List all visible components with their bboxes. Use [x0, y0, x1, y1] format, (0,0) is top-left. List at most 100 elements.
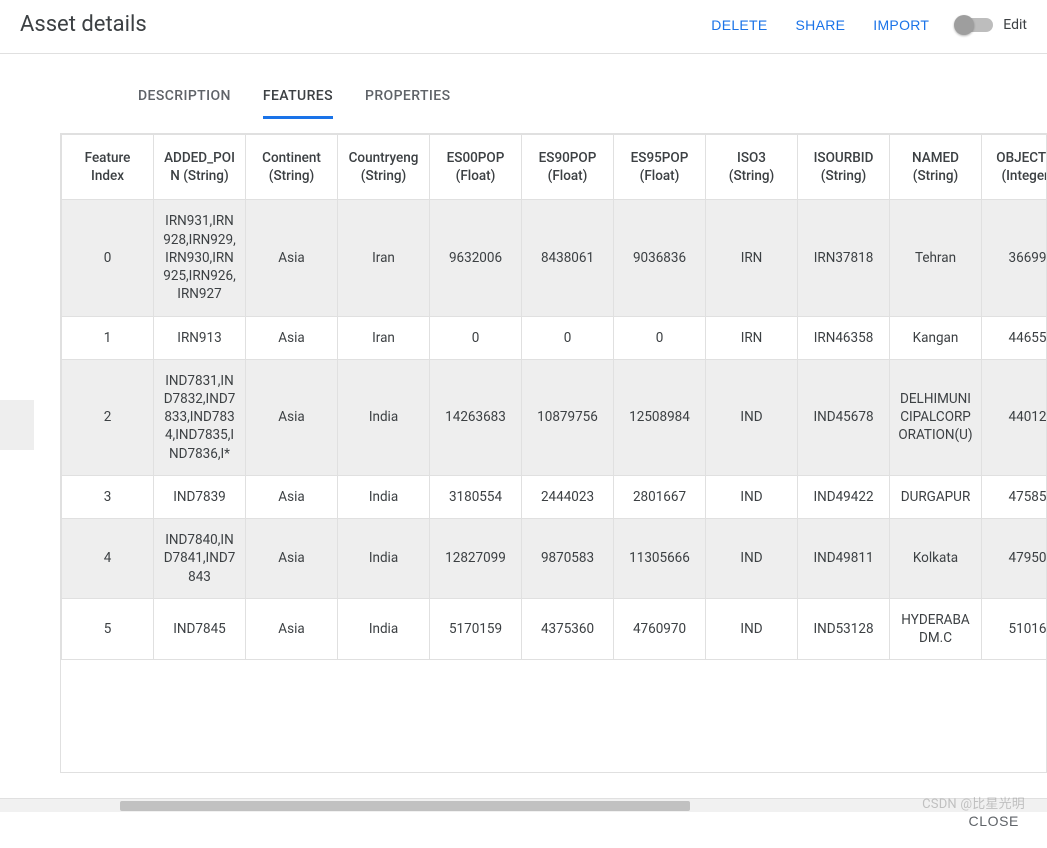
table-cell: IND49811	[798, 519, 890, 599]
table-cell: 51016	[982, 598, 1047, 659]
edit-toggle-label: Edit	[1003, 17, 1027, 33]
column-header: OBJECTID (Integer)	[982, 135, 1047, 200]
table-cell: Asia	[246, 359, 338, 475]
table-cell: IND7845	[154, 598, 246, 659]
dialog-header: Asset details DELETE SHARE IMPORT Edit	[0, 0, 1047, 54]
column-header: ISOURBID (String)	[798, 135, 890, 200]
table-cell: 0	[614, 316, 706, 359]
table-cell: Asia	[246, 200, 338, 316]
table-cell: 2444023	[522, 475, 614, 518]
column-header: ADDED_POIN (String)	[154, 135, 246, 200]
table-cell: IND	[706, 475, 798, 518]
column-header: Continent (String)	[246, 135, 338, 200]
table-cell: India	[338, 598, 430, 659]
table-cell: 8438061	[522, 200, 614, 316]
share-button[interactable]: SHARE	[796, 13, 846, 37]
column-header: ES00POP (Float)	[430, 135, 522, 200]
column-header: ES90POP (Float)	[522, 135, 614, 200]
table-cell: 5	[62, 598, 154, 659]
tab-description[interactable]: DESCRIPTION	[138, 78, 231, 119]
table-cell: 14263683	[430, 359, 522, 475]
table-row[interactable]: 4IND7840,IND7841,IND7843AsiaIndia1282709…	[62, 519, 1047, 599]
table-cell: Kangan	[890, 316, 982, 359]
features-table-wrap[interactable]: Feature IndexADDED_POIN (String)Continen…	[60, 133, 1047, 773]
table-cell: HYDERABADM.C	[890, 598, 982, 659]
table-cell: 3	[62, 475, 154, 518]
table-cell: IRN46358	[798, 316, 890, 359]
table-cell: IND7840,IND7841,IND7843	[154, 519, 246, 599]
column-header: NAMED (String)	[890, 135, 982, 200]
table-row[interactable]: 1IRN913AsiaIran000IRNIRN46358Kangan44655…	[62, 316, 1047, 359]
table-cell: 44012	[982, 359, 1047, 475]
page-title: Asset details	[20, 12, 147, 37]
table-cell: IRN	[706, 200, 798, 316]
table-cell: Iran	[338, 316, 430, 359]
table-cell: 36699	[982, 200, 1047, 316]
table-cell: IND	[706, 598, 798, 659]
edit-toggle-wrap: Edit	[957, 17, 1027, 33]
column-header: Countryeng (String)	[338, 135, 430, 200]
table-cell: IND49422	[798, 475, 890, 518]
column-header: Feature Index	[62, 135, 154, 200]
table-cell: IRN913	[154, 316, 246, 359]
table-cell: 47950	[982, 519, 1047, 599]
table-cell: IND	[706, 359, 798, 475]
edit-toggle[interactable]	[957, 18, 993, 32]
table-cell: 44655	[982, 316, 1047, 359]
column-header: ES95POP (Float)	[614, 135, 706, 200]
table-cell: Asia	[246, 475, 338, 518]
table-cell: Asia	[246, 316, 338, 359]
table-cell: 9632006	[430, 200, 522, 316]
table-cell: 9036836	[614, 200, 706, 316]
table-cell: 3180554	[430, 475, 522, 518]
table-cell: DURGAPUR	[890, 475, 982, 518]
table-cell: 4	[62, 519, 154, 599]
table-cell: IND53128	[798, 598, 890, 659]
table-cell: 10879756	[522, 359, 614, 475]
table-cell: DELHIMUNICIPALCORPORATION(U)	[890, 359, 982, 475]
table-row[interactable]: 2IND7831,IND7832,IND7833,IND7834,IND7835…	[62, 359, 1047, 475]
close-button[interactable]: CLOSE	[963, 812, 1025, 830]
table-cell: IND7839	[154, 475, 246, 518]
table-row[interactable]: 0IRN931,IRN928,IRN929,IRN930,IRN925,IRN9…	[62, 200, 1047, 316]
table-cell: 11305666	[614, 519, 706, 599]
table-row[interactable]: 3IND7839AsiaIndia318055424440232801667IN…	[62, 475, 1047, 518]
table-cell: 0	[430, 316, 522, 359]
table-cell: India	[338, 359, 430, 475]
table-cell: Iran	[338, 200, 430, 316]
table-cell: Asia	[246, 519, 338, 599]
column-header: ISO3 (String)	[706, 135, 798, 200]
header-actions: DELETE SHARE IMPORT Edit	[711, 13, 1027, 37]
table-row[interactable]: 5IND7845AsiaIndia517015943753604760970IN…	[62, 598, 1047, 659]
import-button[interactable]: IMPORT	[873, 13, 929, 37]
features-table: Feature IndexADDED_POIN (String)Continen…	[61, 134, 1047, 660]
table-cell: 12508984	[614, 359, 706, 475]
table-cell: Tehran	[890, 200, 982, 316]
delete-button[interactable]: DELETE	[711, 13, 767, 37]
table-cell: IND7831,IND7832,IND7833,IND7834,IND7835,…	[154, 359, 246, 475]
scrollbar-thumb[interactable]	[120, 801, 690, 811]
main-panel: DESCRIPTION FEATURES PROPERTIES Feature …	[0, 54, 1047, 812]
table-cell: 4760970	[614, 598, 706, 659]
table-cell: 1	[62, 316, 154, 359]
table-cell: 9870583	[522, 519, 614, 599]
table-cell: IRN931,IRN928,IRN929,IRN930,IRN925,IRN92…	[154, 200, 246, 316]
table-cell: Asia	[246, 598, 338, 659]
inner-panel: DESCRIPTION FEATURES PROPERTIES Feature …	[60, 54, 1047, 812]
table-cell: 47585	[982, 475, 1047, 518]
table-cell: IND	[706, 519, 798, 599]
tab-bar: DESCRIPTION FEATURES PROPERTIES	[60, 54, 1047, 119]
table-body: 0IRN931,IRN928,IRN929,IRN930,IRN925,IRN9…	[62, 200, 1047, 660]
table-cell: 2801667	[614, 475, 706, 518]
table-cell: IRN37818	[798, 200, 890, 316]
table-cell: IND45678	[798, 359, 890, 475]
table-cell: 2	[62, 359, 154, 475]
tab-properties[interactable]: PROPERTIES	[365, 78, 450, 119]
horizontal-scrollbar[interactable]	[0, 798, 1047, 812]
tab-features[interactable]: FEATURES	[263, 78, 333, 119]
toggle-thumb	[954, 15, 974, 35]
table-cell: Kolkata	[890, 519, 982, 599]
table-head: Feature IndexADDED_POIN (String)Continen…	[62, 135, 1047, 200]
table-cell: 0	[62, 200, 154, 316]
table-cell: 4375360	[522, 598, 614, 659]
